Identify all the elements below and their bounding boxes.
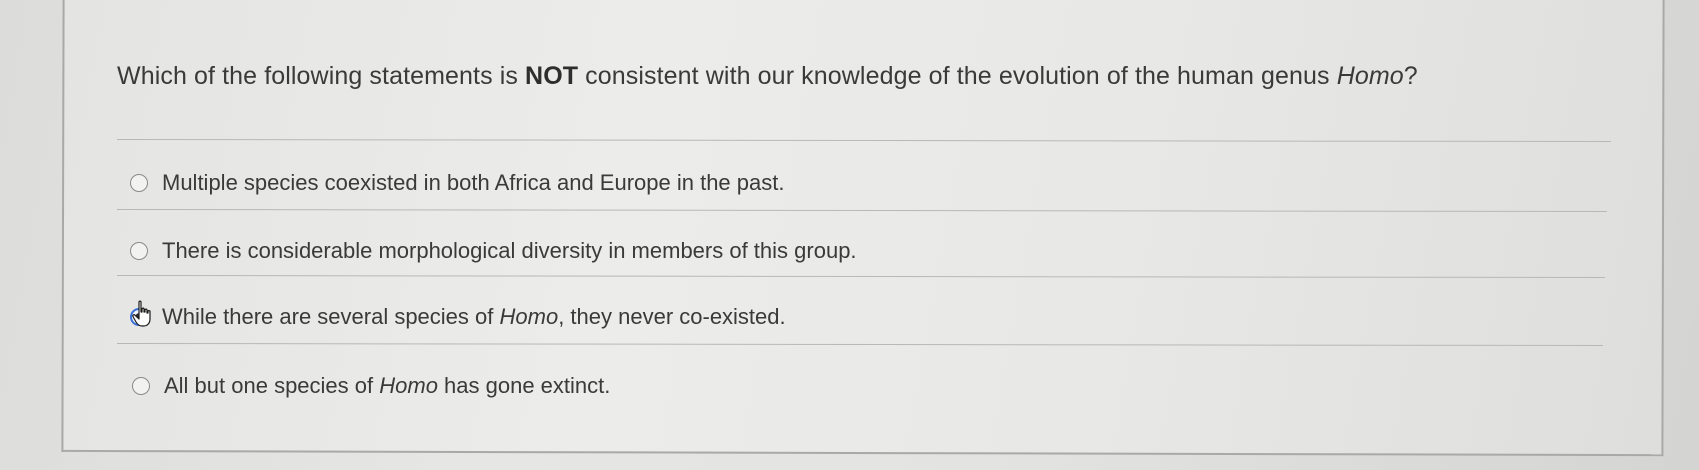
option-label: Multiple species coexisted in both Afric…	[162, 170, 784, 196]
option-text-after: , they never co-existed.	[558, 304, 786, 329]
question-italic: Homo	[1336, 62, 1404, 90]
option-text-after: has gone extinct.	[437, 373, 611, 398]
answer-option-1[interactable]: Multiple species coexisted in both Afric…	[130, 170, 784, 196]
option-label: All but one species of Homo has gone ext…	[164, 373, 610, 399]
option-italic: Homo	[379, 373, 438, 398]
question-text: Which of the following statements is NOT…	[117, 62, 1418, 91]
question-prefix: Which of the following statements is	[117, 62, 526, 90]
option-label: There is considerable morphological dive…	[162, 238, 857, 264]
radio-button[interactable]	[130, 174, 148, 192]
option-text: All but one species of	[164, 373, 380, 398]
page: Which of the following statements is NOT…	[0, 0, 1699, 470]
hand-pointer-icon	[132, 300, 151, 327]
option-text: Multiple species coexisted in both Afric…	[162, 170, 785, 195]
answer-option-4[interactable]: All but one species of Homo has gone ext…	[132, 373, 610, 399]
option-text: While there are several species of	[162, 304, 500, 329]
option-italic: Homo	[499, 304, 559, 329]
radio-button[interactable]	[132, 377, 150, 395]
option-text: There is considerable morphological dive…	[162, 238, 857, 263]
radio-button[interactable]	[130, 242, 148, 260]
answer-option-2[interactable]: There is considerable morphological dive…	[130, 238, 857, 264]
question-emphasis: NOT	[525, 62, 579, 90]
answer-option-3[interactable]: While there are several species of Homo,…	[130, 304, 786, 330]
option-label: While there are several species of Homo,…	[162, 304, 786, 330]
question-middle: consistent with our knowledge of the evo…	[578, 62, 1337, 90]
question-suffix: ?	[1403, 62, 1418, 90]
